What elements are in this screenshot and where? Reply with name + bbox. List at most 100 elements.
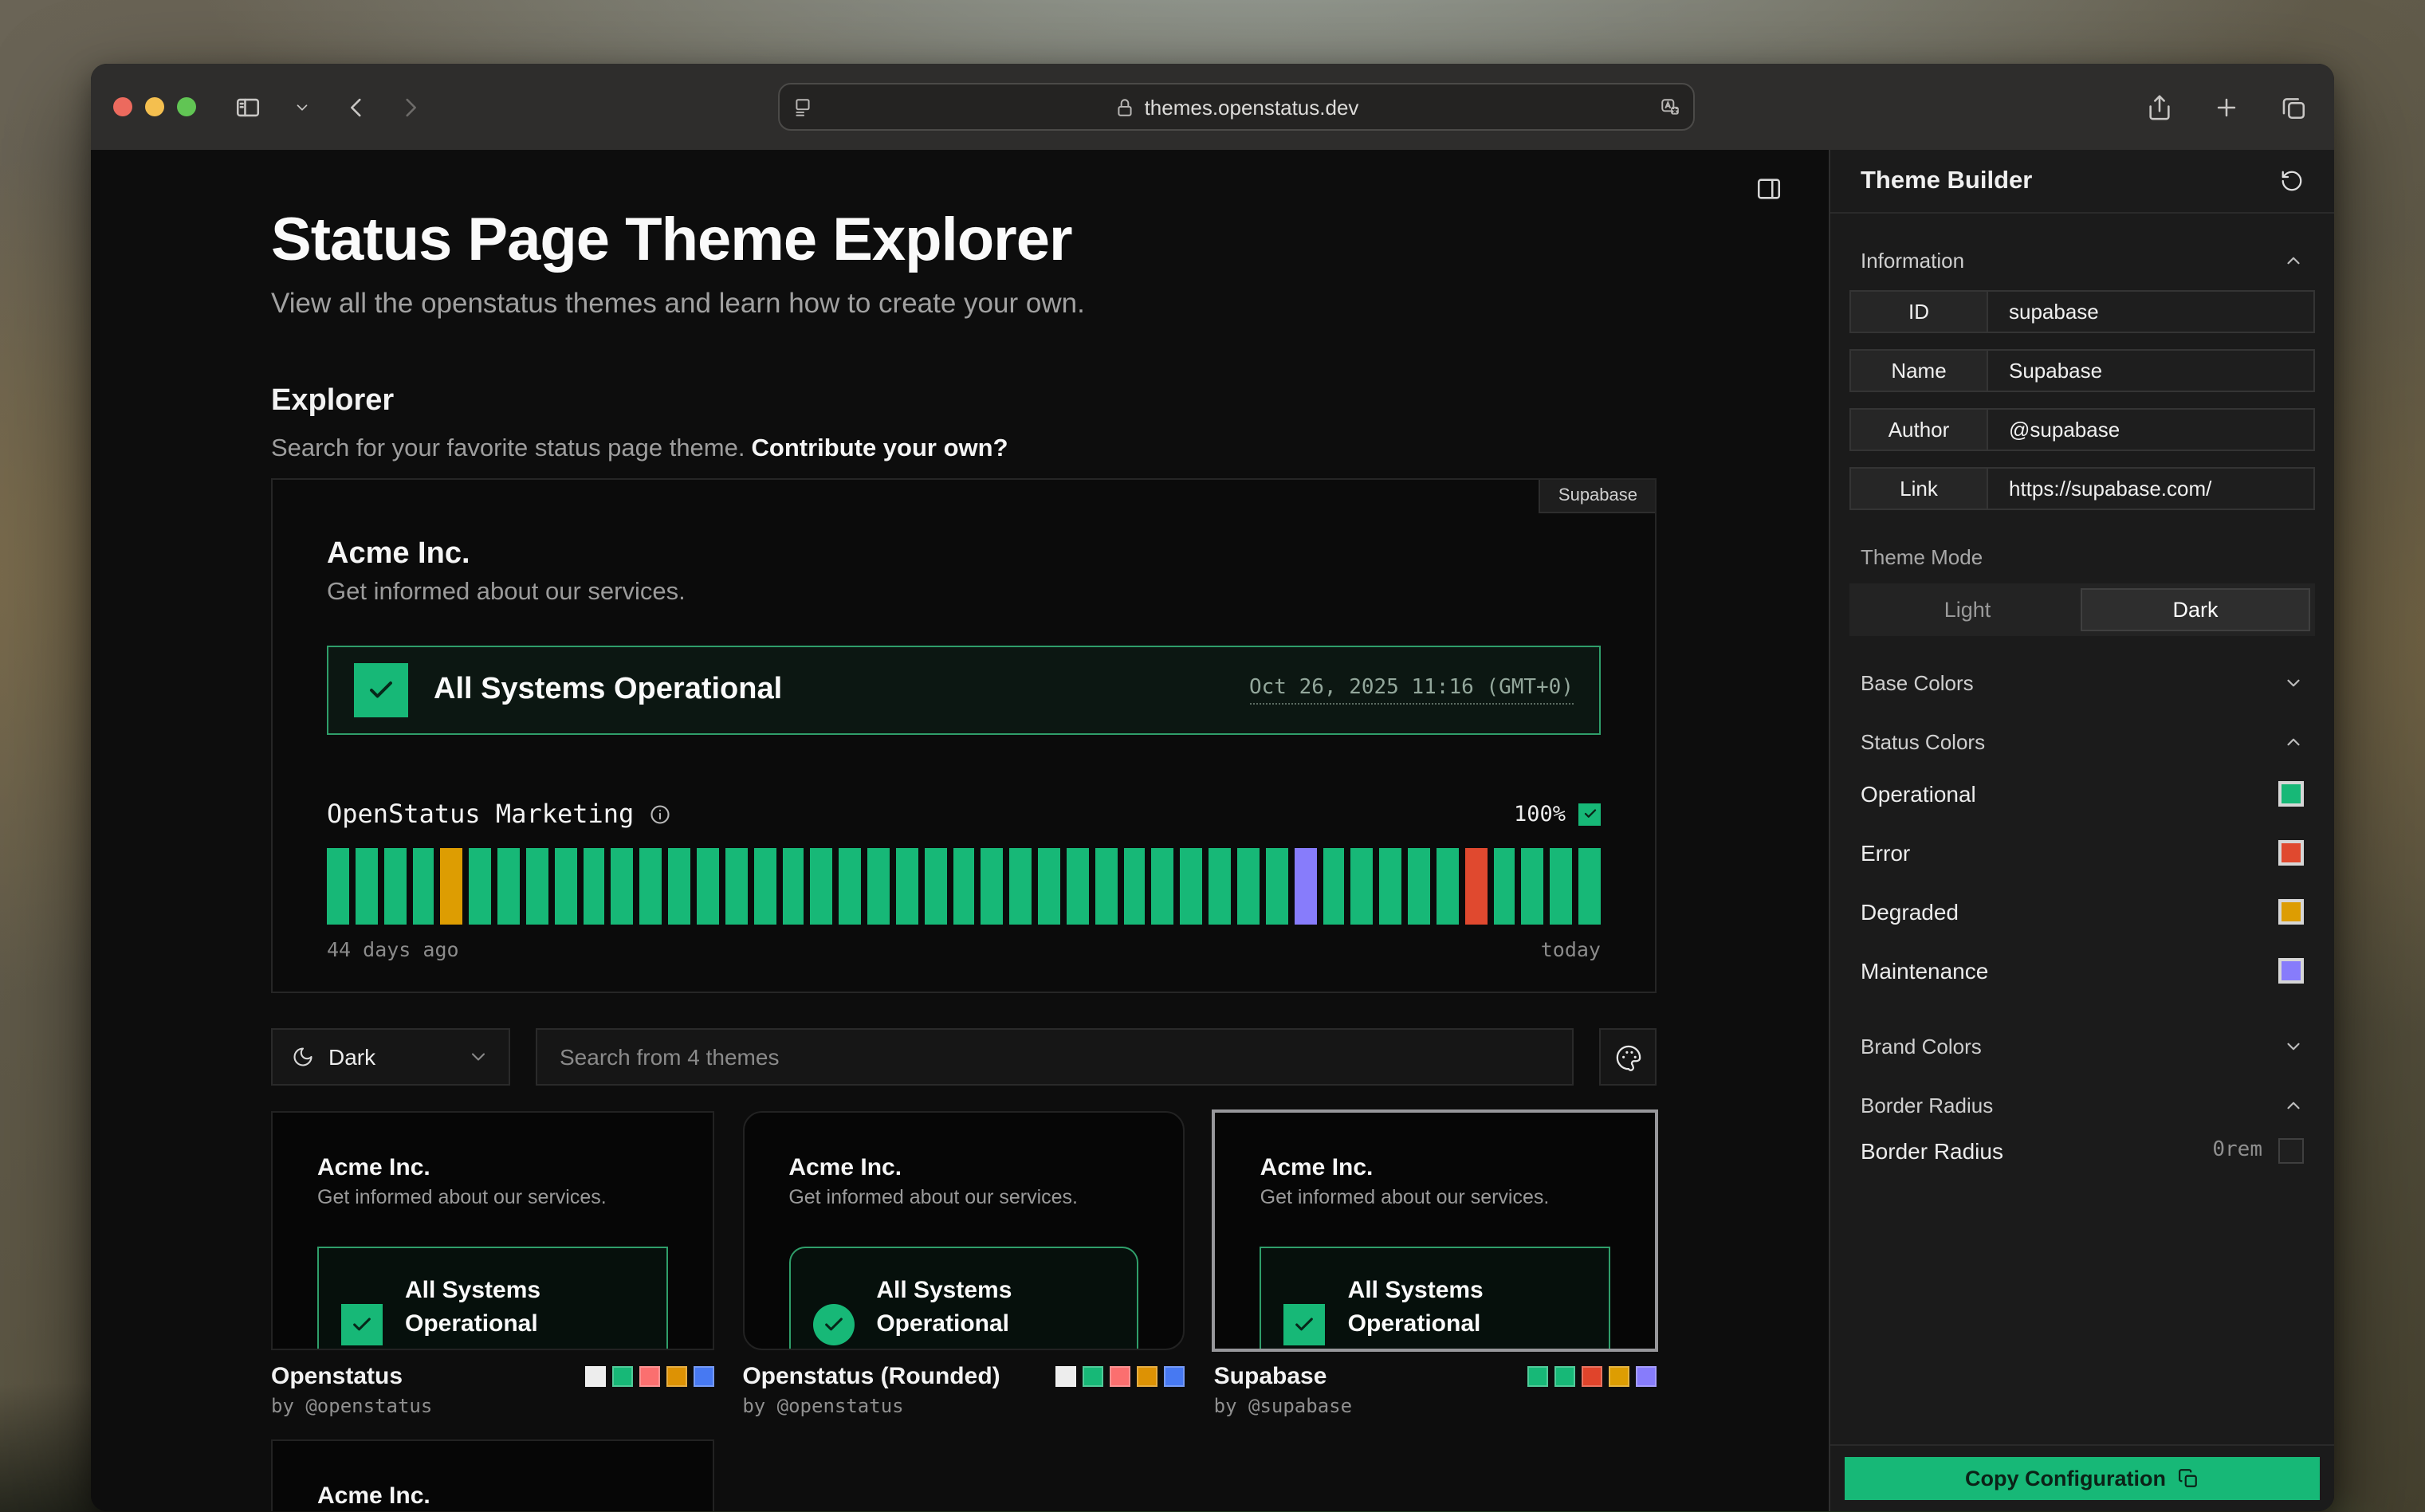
sidebar-toggle-icon[interactable] <box>228 88 266 126</box>
uptime-bar-day24-operational[interactable] <box>981 848 1004 925</box>
minimize-window-button[interactable] <box>145 97 164 116</box>
uptime-bar-day4-operational[interactable] <box>412 848 434 925</box>
uptime-bar-day45-operational[interactable] <box>1578 848 1601 925</box>
info-icon[interactable] <box>648 803 670 825</box>
uptime-bar-day37-operational[interactable] <box>1351 848 1374 925</box>
contribute-link[interactable]: Contribute your own? <box>752 435 1008 462</box>
status-color-swatch-operational[interactable] <box>2278 780 2304 806</box>
uptime-bar-day29-operational[interactable] <box>1123 848 1146 925</box>
uptime-bar-day8-operational[interactable] <box>526 848 548 925</box>
color-swatch <box>1554 1366 1575 1387</box>
theme-preview-card: Supabase Acme Inc. Get informed about ou… <box>271 478 1657 993</box>
info-field-value[interactable]: https://supabase.com/ <box>1988 469 2313 509</box>
panel-right-toggle-icon[interactable] <box>1749 169 1787 207</box>
uptime-bar-day19-operational[interactable] <box>839 848 861 925</box>
status-color-row-operational: Operational <box>1845 764 2320 823</box>
uptime-bar-day34-operational[interactable] <box>1266 848 1288 925</box>
uptime-bar-day21-operational[interactable] <box>896 848 918 925</box>
uptime-bar-day27-operational[interactable] <box>1067 848 1089 925</box>
section-information[interactable]: Information <box>1845 249 2320 273</box>
info-field-value[interactable]: @supabase <box>1988 410 2313 450</box>
uptime-bar-day40-operational[interactable] <box>1437 848 1459 925</box>
uptime-bar-day11-operational[interactable] <box>611 848 634 925</box>
uptime-bar-day25-operational[interactable] <box>1010 848 1032 925</box>
section-status-colors[interactable]: Status Colors <box>1845 730 2320 754</box>
uptime-bar-day32-operational[interactable] <box>1209 848 1231 925</box>
uptime-bar-day42-operational[interactable] <box>1493 848 1515 925</box>
back-button[interactable] <box>336 88 375 126</box>
theme-search-input[interactable] <box>536 1028 1574 1086</box>
uptime-bar-day35-maintenance[interactable] <box>1294 848 1316 925</box>
uptime-bar-day16-operational[interactable] <box>753 848 776 925</box>
new-tab-icon[interactable] <box>2207 88 2245 126</box>
uptime-bar-day41-error[interactable] <box>1465 848 1488 925</box>
uptime-bar-day28-operational[interactable] <box>1095 848 1118 925</box>
address-bar[interactable]: themes.openstatus.dev <box>778 83 1695 131</box>
uptime-bar-day14-operational[interactable] <box>697 848 719 925</box>
section-base-colors[interactable]: Base Colors <box>1845 671 2320 695</box>
uptime-bar-day36-operational[interactable] <box>1323 848 1345 925</box>
uptime-bar-day9-operational[interactable] <box>555 848 577 925</box>
status-color-rows: OperationalErrorDegradedMaintenance <box>1845 764 2320 999</box>
uptime-bar-day7-operational[interactable] <box>497 848 520 925</box>
section-border-radius[interactable]: Border Radius <box>1845 1094 2320 1117</box>
uptime-bar-day26-operational[interactable] <box>1038 848 1060 925</box>
uptime-bar-day5-degraded[interactable] <box>441 848 463 925</box>
uptime-bar-day2-operational[interactable] <box>356 848 378 925</box>
tab-overview-icon[interactable] <box>2274 88 2312 126</box>
section-brand-colors[interactable]: Brand Colors <box>1845 1035 2320 1058</box>
info-field-label: Author <box>1851 410 1988 450</box>
uptime-bar-day1-operational[interactable] <box>327 848 349 925</box>
border-radius-input[interactable] <box>2278 1137 2304 1163</box>
uptime-bar-day10-operational[interactable] <box>583 848 605 925</box>
uptime-bar-day43-operational[interactable] <box>1522 848 1544 925</box>
uptime-bar-day39-operational[interactable] <box>1408 848 1430 925</box>
status-color-swatch-error[interactable] <box>2278 839 2304 865</box>
uptime-bar-day15-operational[interactable] <box>725 848 748 925</box>
uptime-bar-day38-operational[interactable] <box>1379 848 1401 925</box>
uptime-bar-day20-operational[interactable] <box>867 848 890 925</box>
palette-button[interactable] <box>1599 1028 1657 1086</box>
uptime-bar-day22-operational[interactable] <box>924 848 946 925</box>
color-swatch <box>1527 1366 1548 1387</box>
status-color-label: Operational <box>1861 780 1976 806</box>
preview-status-text: All Systems Operational <box>1348 1274 1555 1341</box>
status-color-swatch-degraded[interactable] <box>2278 898 2304 924</box>
preview-banner-text: All Systems OperationalOct 26, 2025 11:1… <box>405 1274 667 1350</box>
reset-icon[interactable] <box>2280 169 2304 193</box>
uptime-bar-day3-operational[interactable] <box>383 848 406 925</box>
uptime-bar-day23-operational[interactable] <box>953 848 975 925</box>
section-base-colors-label: Base Colors <box>1861 671 1974 695</box>
theme-card-openstatus[interactable]: Acme Inc.Get informed about our services… <box>271 1111 713 1417</box>
theme-mode-option-light[interactable]: Light <box>1854 588 2081 631</box>
uptime-bar-day12-operational[interactable] <box>640 848 662 925</box>
info-field-value[interactable]: supabase <box>1988 292 2313 332</box>
uptime-bar-day30-operational[interactable] <box>1152 848 1174 925</box>
share-icon[interactable] <box>2140 88 2178 126</box>
uptime-bar-day33-operational[interactable] <box>1237 848 1260 925</box>
uptime-bar-day31-operational[interactable] <box>1181 848 1203 925</box>
uptime-bar-day18-operational[interactable] <box>811 848 833 925</box>
info-field-value[interactable]: Supabase <box>1988 351 2313 391</box>
translate-icon[interactable] <box>1660 96 1680 117</box>
close-window-button[interactable] <box>113 97 132 116</box>
forward-button[interactable] <box>391 88 429 126</box>
info-field-link: Linkhttps://supabase.com/ <box>1849 467 2315 510</box>
uptime-bar-day13-operational[interactable] <box>668 848 690 925</box>
explorer-text: Search for your favorite status page the… <box>271 435 1657 464</box>
status-color-swatch-maintenance[interactable] <box>2278 957 2304 983</box>
theme-mode-dropdown[interactable]: Dark <box>271 1028 510 1086</box>
theme-card-supabase[interactable]: Acme Inc.Get informed about our services… <box>1214 1111 1657 1417</box>
theme-card-meta: Openstatusby @openstatus <box>271 1363 713 1417</box>
uptime-bar-day6-operational[interactable] <box>469 848 491 925</box>
uptime-bar-day17-operational[interactable] <box>782 848 804 925</box>
theme-card-partial[interactable]: Acme Inc.Get informed about our services… <box>271 1439 713 1511</box>
zoom-window-button[interactable] <box>177 97 196 116</box>
copy-configuration-button[interactable]: Copy Configuration <box>1845 1457 2320 1500</box>
page-format-icon[interactable] <box>792 96 813 117</box>
sidebar-chevron-icon[interactable] <box>282 88 320 126</box>
status-timestamp[interactable]: Oct 26, 2025 11:16 (GMT+0) <box>1249 676 1574 705</box>
theme-mode-option-dark[interactable]: Dark <box>2081 588 2310 631</box>
theme-card-openstatus-rounded[interactable]: Acme Inc.Get informed about our services… <box>742 1111 1185 1417</box>
uptime-bar-day44-operational[interactable] <box>1551 848 1573 925</box>
